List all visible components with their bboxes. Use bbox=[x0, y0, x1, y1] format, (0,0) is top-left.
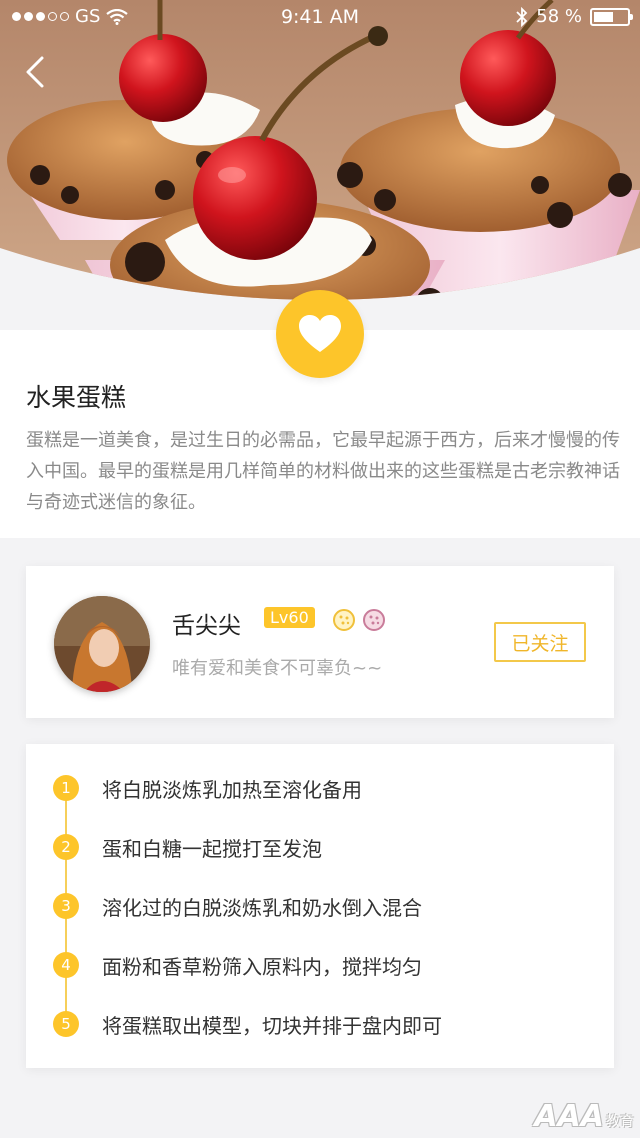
chevron-left-icon bbox=[26, 56, 44, 88]
back-button[interactable] bbox=[18, 52, 54, 92]
watermark-sub: 教育 bbox=[606, 1114, 634, 1130]
level-badge: Lv60 bbox=[264, 607, 315, 628]
step-text: 将白脱淡炼乳加热至溶化备用 bbox=[102, 778, 362, 802]
step-text: 溶化过的白脱淡炼乳和奶水倒入混合 bbox=[102, 896, 422, 920]
donut-badge-icon bbox=[363, 609, 385, 631]
steps-card: 1 将白脱淡炼乳加热至溶化备用 2 蛋和白糖一起搅打至发泡 3 溶化过的白脱淡炼… bbox=[26, 744, 614, 1068]
recipe-description: 蛋糕是一道美食，是过生日的必需品，它最早起源于西方，后来才慢慢的传入中国。最早的… bbox=[26, 430, 620, 513]
heart-icon bbox=[299, 315, 341, 352]
step-text: 将蛋糕取出模型，切块并排于盘内即可 bbox=[102, 1014, 442, 1038]
bluetooth-icon bbox=[516, 6, 528, 27]
recipe-title: 水果蛋糕 bbox=[26, 383, 127, 412]
step-number: 5 bbox=[53, 1011, 79, 1037]
cookie-badge-icon bbox=[333, 609, 355, 631]
step-number: 4 bbox=[53, 952, 79, 978]
follow-button[interactable]: 已关注 bbox=[494, 622, 586, 662]
status-bar: GS 9:41 AM 58 % bbox=[0, 0, 640, 34]
favorite-button[interactable] bbox=[276, 290, 364, 378]
watermark-logo: AAA 教育 bbox=[534, 1099, 634, 1134]
avatar[interactable] bbox=[54, 596, 150, 692]
step-text: 面粉和香草粉筛入原料内，搅拌均匀 bbox=[102, 955, 422, 979]
step-item: 3 溶化过的白脱淡炼乳和奶水倒入混合 bbox=[26, 886, 614, 926]
step-item: 4 面粉和香草粉筛入原料内，搅拌均匀 bbox=[26, 945, 614, 985]
step-text: 蛋和白糖一起搅打至发泡 bbox=[102, 837, 322, 861]
battery-icon bbox=[590, 7, 633, 26]
watermark-main: AAA bbox=[534, 1099, 604, 1134]
step-number: 2 bbox=[53, 834, 79, 860]
step-item: 5 将蛋糕取出模型，切块并排于盘内即可 bbox=[26, 1004, 614, 1044]
hero-image bbox=[0, 0, 640, 330]
step-item: 2 蛋和白糖一起搅打至发泡 bbox=[26, 827, 614, 867]
step-number: 1 bbox=[53, 775, 79, 801]
step-item: 1 将白脱淡炼乳加热至溶化备用 bbox=[26, 768, 614, 808]
step-number: 3 bbox=[53, 893, 79, 919]
author-card[interactable]: 舌尖尖 Lv60 唯有爱和美食不可辜负~~ 已关注 bbox=[26, 566, 614, 718]
author-name[interactable]: 舌尖尖 bbox=[172, 606, 241, 640]
author-motto: 唯有爱和美食不可辜负~~ bbox=[172, 658, 383, 679]
battery-percent: 58 % bbox=[536, 6, 582, 27]
